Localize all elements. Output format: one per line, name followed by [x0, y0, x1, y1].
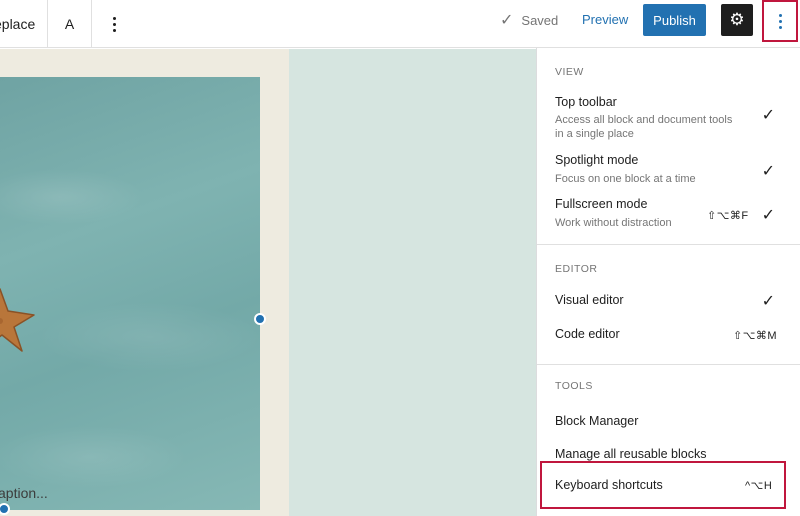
resize-handle-bottom[interactable] — [0, 503, 10, 515]
menu-item-title: Top toolbar — [555, 95, 617, 109]
saved-label: Saved — [521, 12, 559, 28]
menu-item-spotlight-mode[interactable]: Spotlight mode Focus on one block at a t… — [555, 153, 800, 187]
keyboard-shortcut: ⇧⌥⌘M — [733, 330, 778, 342]
editor-canvas[interactable]: aption... — [0, 49, 536, 516]
top-toolbar: eplace A ✓ Saved Preview Publish ⚙ — [0, 0, 800, 48]
preview-button[interactable]: Preview — [582, 12, 628, 30]
starfish-image[interactable] — [0, 77, 260, 510]
publish-button[interactable]: Publish — [643, 4, 706, 36]
options-dropdown-menu: VIEW Top toolbar Access all block and do… — [536, 48, 800, 516]
settings-button[interactable]: ⚙ — [721, 4, 753, 36]
gear-icon: ⚙ — [729, 10, 745, 29]
more-vertical-icon — [778, 13, 782, 29]
menu-item-desc: Access all block and document tools in a… — [555, 114, 733, 140]
replace-button[interactable]: eplace — [0, 0, 48, 48]
resize-handle-right[interactable] — [254, 313, 266, 325]
text-format-button[interactable]: A — [48, 0, 92, 48]
highlight-box-keyboard-shortcuts — [540, 461, 786, 509]
menu-group-view: VIEW Top toolbar Access all block and do… — [537, 48, 800, 245]
keyboard-shortcut: ⇧⌥⌘F — [707, 210, 749, 222]
block-more-options-button[interactable] — [92, 0, 136, 48]
menu-group-editor: EDITOR Visual editor ✓ Code editor ⇧⌥⌘M — [537, 245, 800, 365]
starfish-graphic — [0, 288, 35, 352]
menu-item-top-toolbar[interactable]: Top toolbar Access all block and documen… — [555, 95, 800, 141]
more-vertical-icon — [112, 16, 116, 32]
saved-status: ✓ Saved — [500, 0, 558, 40]
check-icon: ✓ — [500, 12, 514, 29]
replace-label: eplace — [0, 16, 36, 32]
menu-item-code-editor[interactable]: Code editor ⇧⌥⌘M — [555, 327, 800, 347]
caption-placeholder[interactable]: aption... — [0, 485, 48, 501]
menu-item-manage-reusable-blocks[interactable]: Manage all reusable blocks — [555, 447, 800, 461]
menu-item-fullscreen-mode[interactable]: Fullscreen mode Work without distraction… — [555, 197, 800, 231]
menu-item-title: Block Manager — [555, 414, 639, 428]
menu-item-title: Manage all reusable blocks — [555, 447, 707, 461]
check-icon: ✓ — [761, 293, 775, 310]
menu-item-title: Visual editor — [555, 293, 624, 307]
check-icon: ✓ — [761, 207, 775, 224]
group-label-tools: TOOLS — [555, 380, 593, 392]
block-toolbar: eplace A — [0, 0, 136, 48]
group-label-view: VIEW — [555, 66, 584, 78]
options-menu-button[interactable] — [762, 0, 798, 42]
menu-item-desc: Focus on one block at a time — [555, 173, 696, 185]
menu-item-visual-editor[interactable]: Visual editor ✓ — [555, 293, 800, 313]
menu-item-desc: Work without distraction — [555, 217, 672, 229]
text-format-label: A — [64, 16, 75, 32]
menu-item-title: Spotlight mode — [555, 153, 639, 167]
image-block[interactable]: aption... — [0, 49, 289, 516]
group-label-editor: EDITOR — [555, 263, 598, 275]
check-icon: ✓ — [761, 163, 775, 180]
check-icon: ✓ — [761, 107, 775, 124]
menu-item-block-manager[interactable]: Block Manager — [555, 414, 800, 434]
menu-item-title: Fullscreen mode — [555, 197, 648, 211]
